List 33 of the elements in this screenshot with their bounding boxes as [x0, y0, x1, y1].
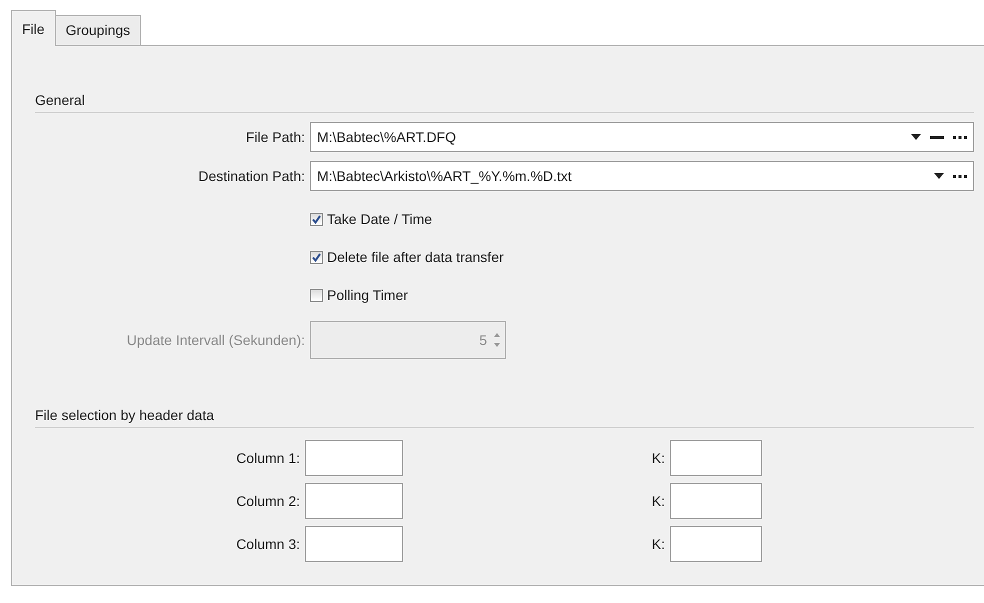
section-title: File selection by header data: [35, 407, 214, 423]
field-label: Column 2:: [235, 493, 301, 509]
field-label: Column 3:: [235, 536, 301, 552]
input-field[interactable]: [305, 526, 403, 562]
field-label: File Path:: [244, 129, 305, 145]
ellipsis-icon[interactable]: [953, 136, 967, 138]
path-field[interactable]: M:\Babtec\%ART.DFQ: [310, 122, 974, 152]
field-label: Destination Path:: [197, 168, 305, 184]
checkbox-label: Take Date / Time: [327, 211, 432, 227]
path-field[interactable]: M:\Babtec\Arkisto\%ART_%Y.%m.%D.txt: [310, 161, 974, 191]
tab[interactable]: File: [11, 10, 56, 46]
checkbox[interactable]: [310, 212, 323, 226]
input-field[interactable]: [305, 483, 403, 519]
field-label: Update Intervall (Sekunden):: [126, 332, 305, 348]
checkbox[interactable]: [310, 250, 323, 264]
checkbox-label: Delete file after data transfer: [327, 249, 504, 265]
input-field[interactable]: [305, 440, 403, 476]
dropdown-arrow-icon[interactable]: [934, 173, 944, 179]
spin-arrows-icon[interactable]: [493, 332, 501, 348]
field-label: K:: [650, 536, 666, 552]
ellipsis-icon[interactable]: [953, 174, 967, 178]
checkbox-label: Polling Timer: [327, 287, 408, 303]
field-label: K:: [650, 450, 666, 466]
minus-icon[interactable]: [930, 136, 944, 138]
input-field[interactable]: [670, 440, 762, 476]
input-field[interactable]: [670, 526, 762, 562]
field-label: K:: [650, 493, 666, 509]
dropdown-arrow-icon[interactable]: [911, 134, 921, 140]
section-title: General: [35, 92, 85, 108]
checkbox[interactable]: [310, 288, 323, 302]
input-field[interactable]: [670, 483, 762, 519]
tab[interactable]: Groupings: [54, 15, 142, 45]
field-label: Column 1:: [235, 450, 301, 466]
